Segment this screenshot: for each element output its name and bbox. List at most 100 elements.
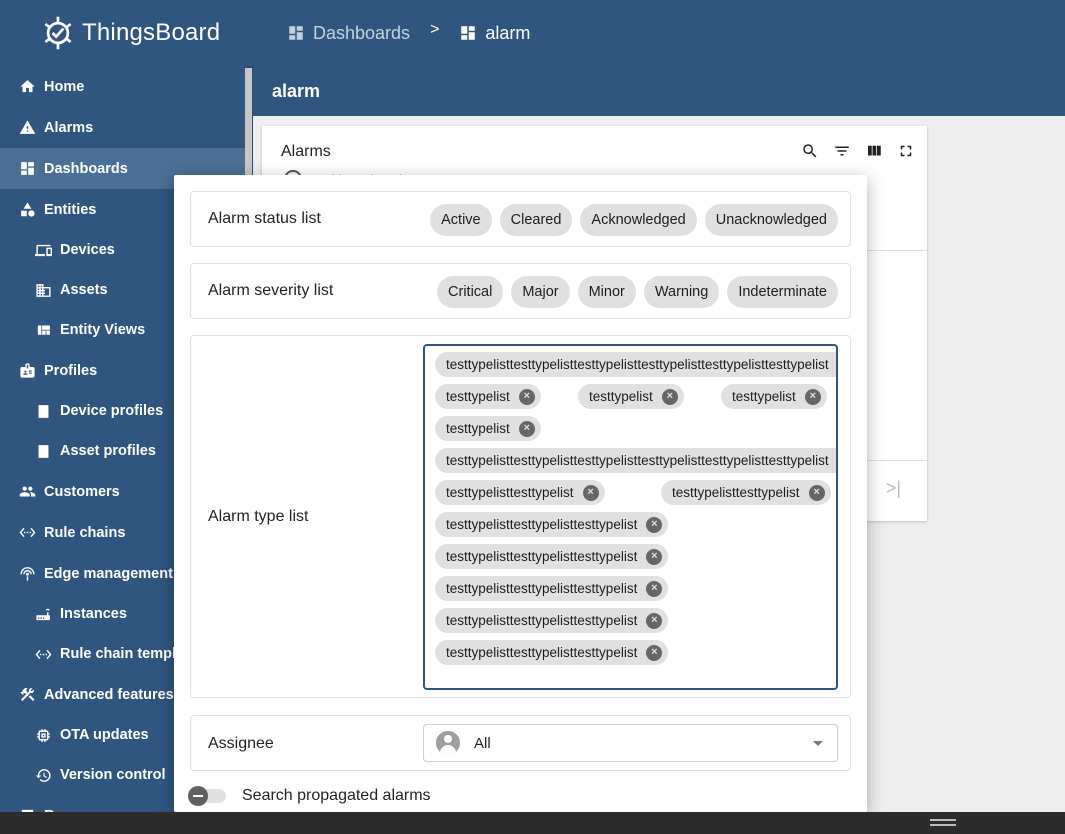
settings-ethernet-icon — [18, 524, 36, 542]
asset-profile-icon — [34, 442, 52, 460]
alarm-type-chip-label: testtypelisttesttypelisttesttypelisttest… — [446, 357, 829, 372]
remove-chip-icon[interactable]: × — [808, 484, 825, 501]
alarm-status-label: Alarm status list — [208, 210, 321, 227]
sidebar-item-label: Rule chains — [44, 524, 126, 541]
sidebar-item-label: Assets — [60, 282, 108, 298]
thingsboard-logo-icon — [44, 16, 72, 50]
sidebar-item-label: Home — [44, 78, 85, 95]
chip-minor[interactable]: Minor — [577, 276, 636, 308]
assignee-row: Assignee All — [190, 715, 851, 771]
edge-instance-icon — [34, 605, 52, 623]
chip-critical[interactable]: Critical — [437, 276, 504, 308]
account-circle-icon — [436, 731, 460, 755]
sidebar-item-alarms[interactable]: Alarms — [0, 107, 245, 148]
sidebar-item-label: Advanced features — [44, 686, 174, 703]
breadcrumb-label: alarm — [485, 22, 531, 43]
assignee-select[interactable]: All — [423, 724, 838, 762]
search-icon[interactable] — [801, 142, 819, 160]
fullscreen-icon[interactable] — [897, 142, 915, 160]
alarm-type-chip: testtypelisttesttypelisttesttypelist × — [435, 512, 669, 537]
remove-chip-icon[interactable]: × — [518, 420, 535, 437]
sidebar-item-home[interactable]: Home — [0, 66, 245, 107]
chip-cleared[interactable]: Cleared — [499, 204, 573, 236]
propagated-toggle[interactable] — [188, 786, 226, 806]
devices-icon — [34, 241, 52, 259]
breadcrumb-label: Dashboards — [313, 22, 411, 43]
chip-indeterminate[interactable]: Indeterminate — [727, 276, 838, 308]
alarm-type-chip-label: testtypelisttesttypelisttesttypelist — [446, 549, 638, 564]
app-name: ThingsBoard — [82, 19, 221, 46]
alarm-type-input[interactable]: testtypelisttesttypelisttesttypelisttest… — [423, 344, 838, 690]
router-icon — [18, 565, 36, 583]
alarm-type-chip: testtypelist × — [578, 384, 684, 409]
app-logo[interactable]: ThingsBoard — [0, 0, 253, 66]
alarm-type-chip: testtypelisttesttypelisttesttypelisttest… — [435, 352, 836, 377]
propagated-label: Search propagated alarms — [242, 787, 431, 804]
domain-icon — [34, 281, 52, 299]
alarm-type-chip-label: testtypelisttesttypelist — [446, 485, 574, 500]
remove-chip-icon[interactable]: × — [646, 580, 663, 597]
alarm-type-chip: testtypelisttesttypelisttesttypelist × — [435, 640, 669, 665]
assignee-value: All — [474, 734, 491, 752]
remove-chip-icon[interactable]: × — [518, 388, 535, 405]
remove-chip-icon[interactable]: × — [646, 644, 663, 661]
alarm-status-row: Alarm status list Active Cleared Acknowled… — [190, 191, 851, 247]
sidebar-item-label: Devices — [60, 242, 115, 258]
alarm-type-row: Alarm type list testtypelisttesttypelist… — [190, 335, 851, 698]
alarm-type-chip-label: testtypelisttesttypelisttesttypelist — [446, 581, 638, 596]
alarm-severity-row: Alarm severity list Critical Major Minor Wa… — [190, 263, 851, 319]
alarm-type-chip-label: testtypelist — [446, 421, 510, 436]
sidebar-item-label: Alarms — [44, 119, 94, 136]
construction-icon — [18, 686, 36, 704]
alarm-type-label: Alarm type list — [208, 508, 309, 525]
assignee-label: Assignee — [208, 735, 274, 752]
alarm-type-chip: testtypelist × — [435, 416, 541, 441]
sidebar-item-label: Rule chain templa — [60, 646, 185, 662]
alarm-severity-label: Alarm severity list — [208, 282, 334, 299]
chip-major[interactable]: Major — [511, 276, 570, 308]
sidebar-item-label: Profiles — [44, 362, 98, 379]
sidebar-item-label: Instances — [60, 606, 127, 622]
sidebar-item-label: Customers — [44, 483, 120, 500]
toggle-knob — [188, 786, 208, 806]
chip-acknowledged[interactable]: Acknowledged — [580, 204, 697, 236]
dashboard-icon — [18, 160, 36, 178]
columns-icon[interactable] — [865, 142, 883, 160]
resize-handle-icon[interactable] — [930, 819, 956, 826]
chip-active[interactable]: Active — [430, 204, 492, 236]
widget-title: Alarms — [281, 143, 331, 160]
bottom-bar — [0, 812, 1065, 834]
alarm-type-chip: testtypelist × — [721, 384, 827, 409]
alarm-type-chip: testtypelisttesttypelisttesttypelisttest… — [435, 448, 836, 473]
sidebar-item-label: OTA updates — [60, 727, 149, 743]
chevron-down-icon — [813, 741, 823, 746]
badge-icon — [18, 362, 36, 380]
last-page-icon[interactable]: >| — [886, 478, 901, 499]
alarm-type-chip-label: testtypelisttesttypelist — [672, 485, 800, 500]
sidebar-item-label: Asset profiles — [60, 443, 156, 459]
sidebar-item-label: Edge management — [44, 565, 173, 582]
remove-chip-icon[interactable]: × — [646, 516, 663, 533]
remove-chip-icon[interactable]: × — [646, 612, 663, 629]
filter-icon[interactable] — [833, 142, 851, 160]
memory-icon — [34, 726, 52, 744]
remove-chip-icon[interactable]: × — [661, 388, 678, 405]
home-icon — [18, 78, 36, 96]
breadcrumb-alarm: alarm — [459, 23, 530, 44]
chip-unacknowledged[interactable]: Unacknowledged — [704, 204, 838, 236]
top-toolbar: Dashboards > alarm — [253, 0, 1065, 66]
alarm-type-chip: testtypelisttesttypelist × — [661, 480, 831, 505]
people-icon — [18, 483, 36, 501]
remove-chip-icon[interactable]: × — [646, 548, 663, 565]
remove-chip-icon[interactable]: × — [582, 484, 599, 501]
category-icon — [18, 201, 36, 219]
history-icon — [34, 766, 52, 784]
remove-chip-icon[interactable]: × — [804, 388, 821, 405]
breadcrumb-dashboards[interactable]: Dashboards — [287, 23, 410, 44]
alarm-type-chip: testtypelisttesttypelist × — [435, 480, 605, 505]
alarm-type-chip-label: testtypelist — [446, 389, 510, 404]
chip-warning[interactable]: Warning — [643, 276, 720, 308]
view-quilt-icon — [34, 321, 52, 339]
alarm-type-chip-label: testtypelisttesttypelisttesttypelist — [446, 645, 638, 660]
alarm-type-chip-label: testtypelisttesttypelisttesttypelist — [446, 517, 638, 532]
